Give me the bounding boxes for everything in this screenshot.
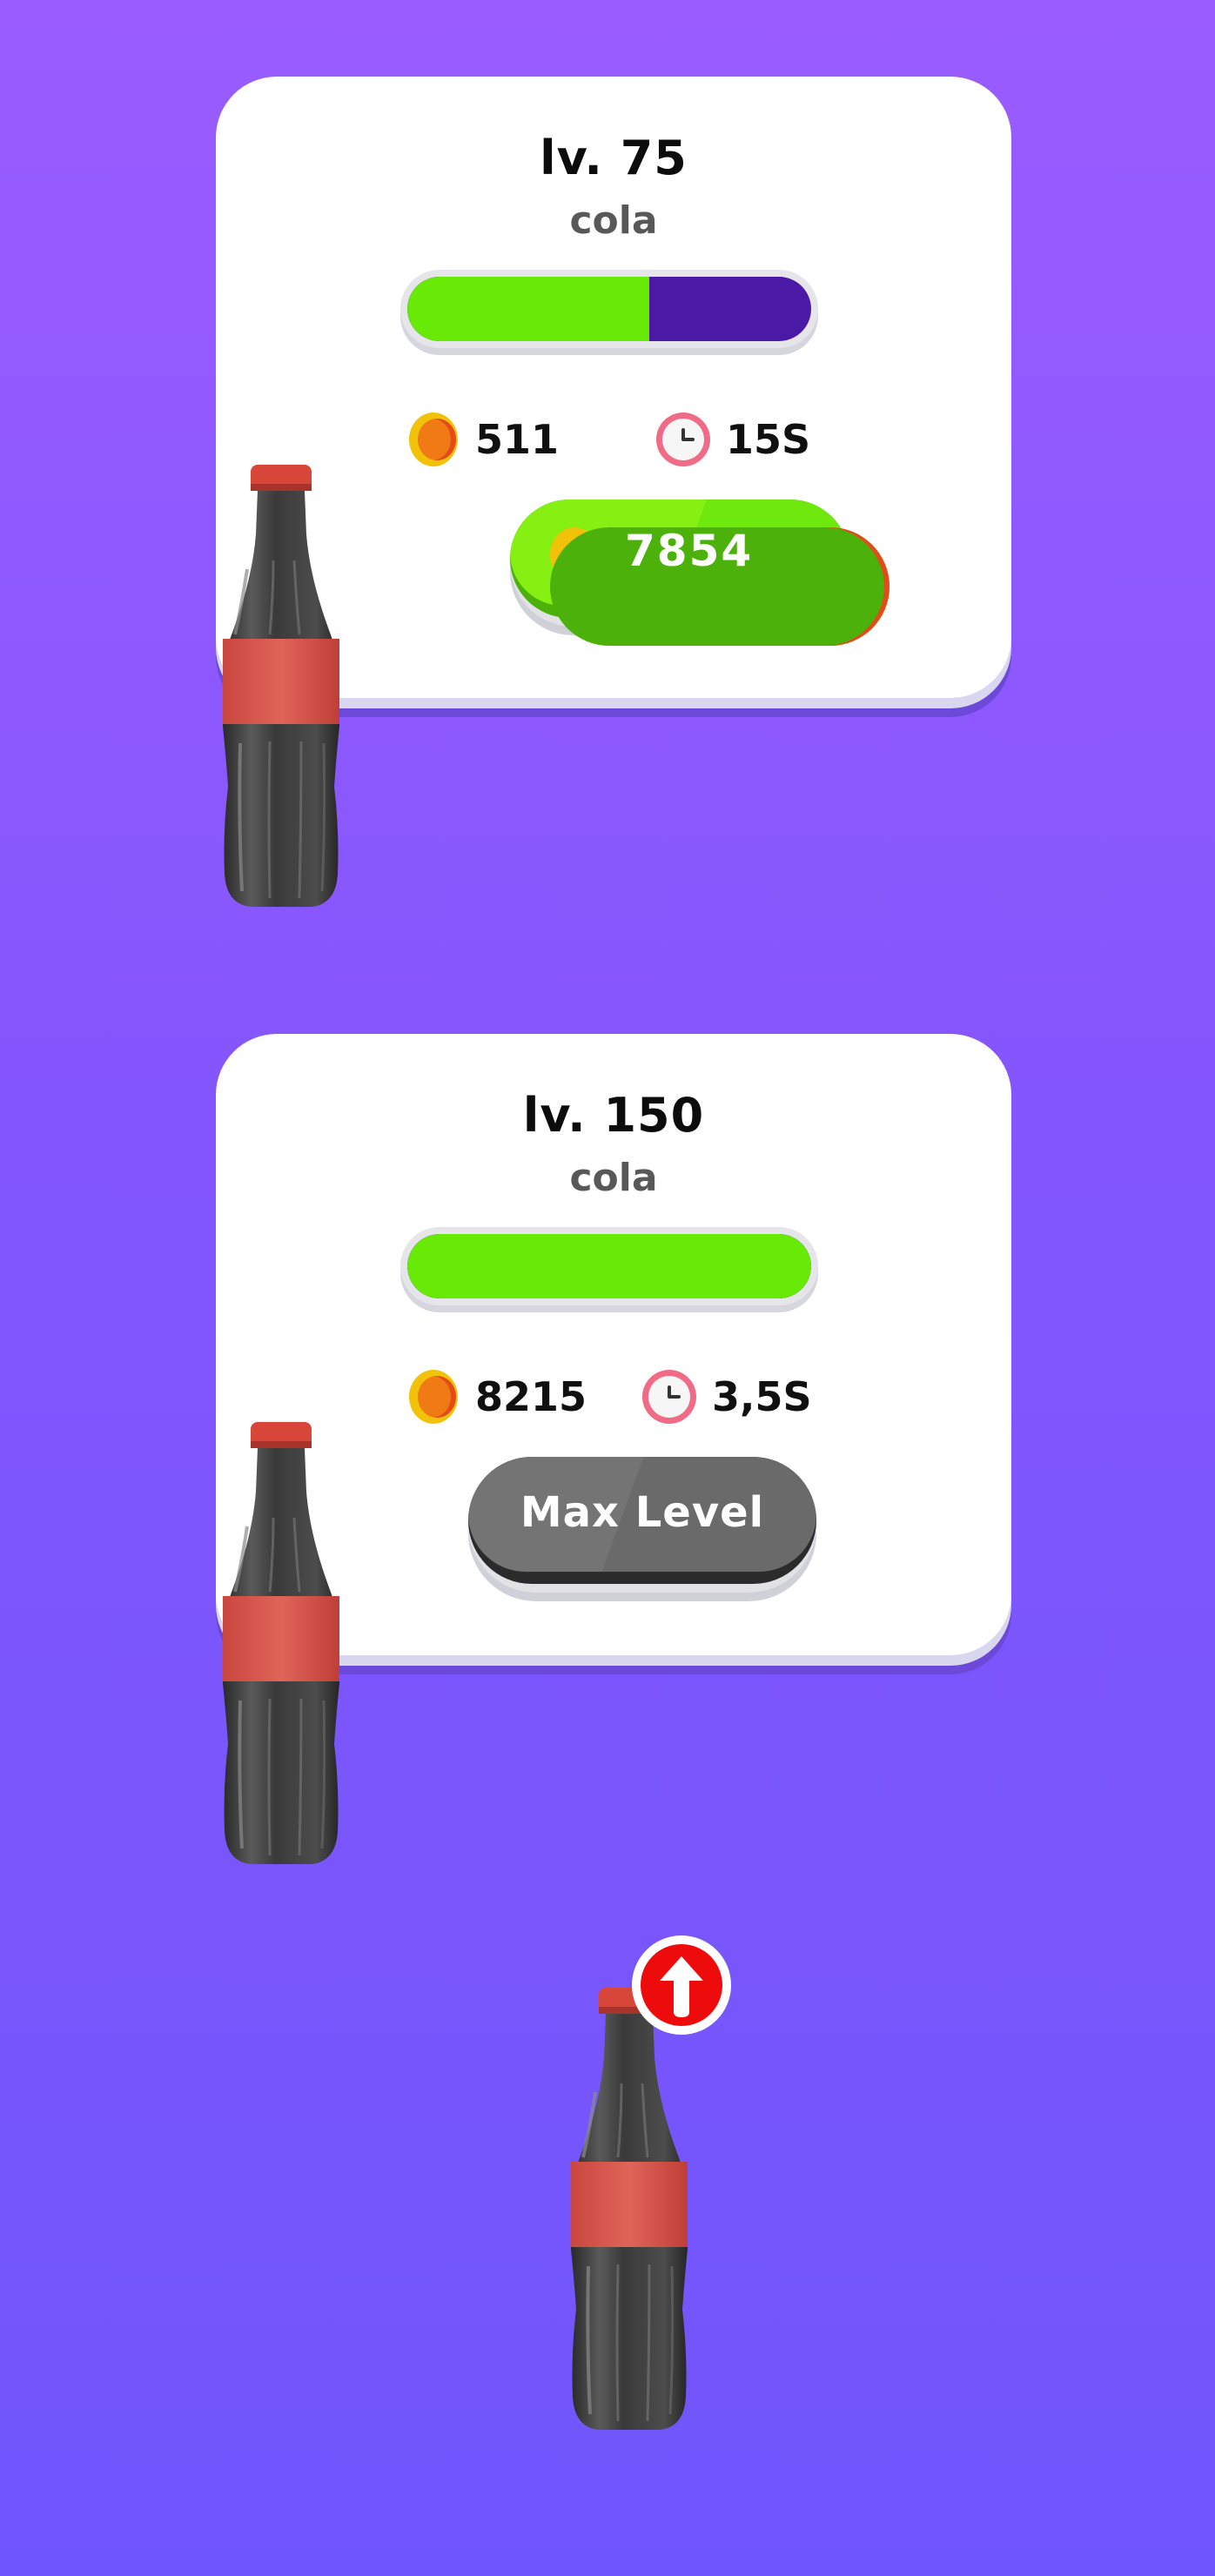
coin-income-stat: 8215 (409, 1366, 587, 1427)
timer-stat: 15S (656, 409, 810, 470)
progress-track (407, 277, 811, 341)
cola-bottle-2 (216, 1422, 346, 1866)
coin-icon (409, 413, 460, 466)
max-level-button: Max Level (468, 1457, 816, 1593)
coin-icon (550, 527, 889, 646)
level-progress-bar (400, 1227, 818, 1305)
clock-icon (642, 1370, 696, 1424)
cola-bottle-merge[interactable] (564, 1988, 695, 2432)
level-title: lv. 150 (522, 1088, 705, 1143)
clock-icon (656, 413, 710, 466)
level-title: lv. 75 (540, 131, 688, 185)
progress-fill (407, 277, 650, 341)
timer-value: 15S (726, 416, 811, 463)
upgrade-buy-button[interactable]: 7854 (510, 500, 889, 646)
coin-icon (409, 1370, 460, 1424)
coin-income-stat: 511 (409, 409, 559, 470)
progress-fill (407, 1234, 811, 1298)
item-name: cola (569, 198, 658, 243)
max-level-label: Max Level (520, 1488, 765, 1537)
coin-income-value: 8215 (475, 1373, 587, 1420)
coin-income-value: 511 (475, 416, 560, 463)
cola-bottle-1 (216, 465, 346, 909)
progress-track (407, 1234, 811, 1298)
upgrade-price: 7854 (625, 526, 754, 576)
item-name: cola (569, 1156, 658, 1200)
timer-value: 3,5S (712, 1373, 812, 1420)
upgrade-badge[interactable] (632, 1935, 731, 2035)
level-progress-bar (400, 270, 818, 348)
arrow-up-icon (660, 1956, 703, 2017)
timer-stat: 3,5S (642, 1366, 812, 1427)
